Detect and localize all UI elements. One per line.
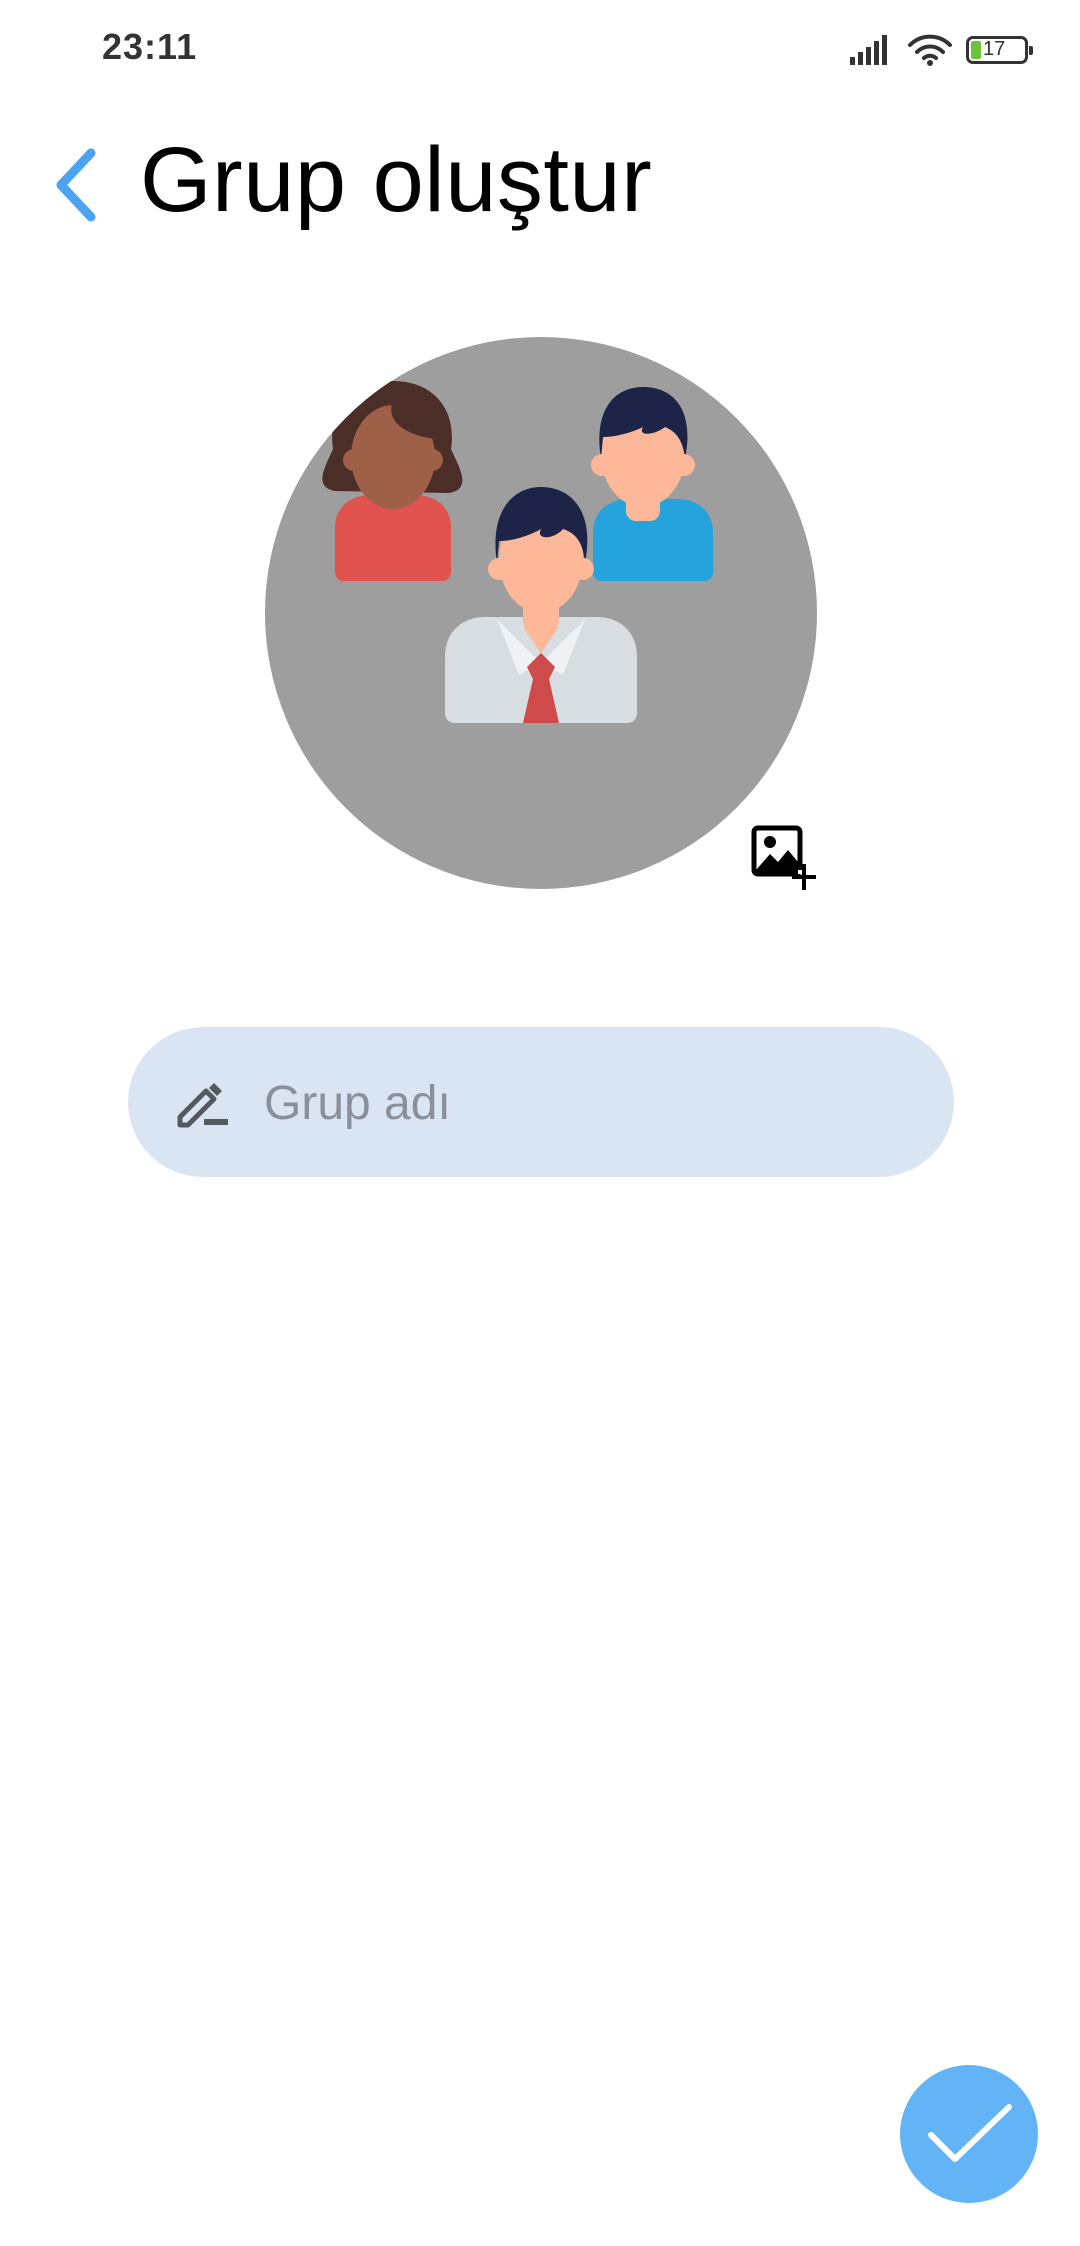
page-title: Grup oluştur (140, 129, 653, 231)
battery-fill (971, 41, 981, 59)
add-photo-button[interactable] (748, 822, 816, 890)
back-button[interactable] (36, 140, 116, 230)
group-avatar[interactable] (265, 337, 817, 889)
confirm-button[interactable] (900, 2065, 1038, 2203)
battery-level: 17 (983, 38, 1006, 60)
group-photo[interactable] (265, 337, 817, 889)
group-people-icon (322, 381, 713, 723)
header: Grup oluştur (0, 120, 1080, 250)
chevron-left-icon (56, 148, 96, 222)
checkmark-icon (928, 2104, 1012, 2162)
group-name-input[interactable] (264, 1067, 904, 1139)
status-time: 23:11 (102, 26, 198, 67)
add-image-icon (751, 825, 816, 890)
wifi-icon (908, 34, 952, 66)
pencil-icon (177, 1083, 228, 1128)
battery-icon: 17 (966, 36, 1033, 64)
signal-icon (850, 35, 887, 65)
status-icons: 17 (850, 30, 1033, 70)
status-bar: 23:11 17 (0, 0, 1080, 96)
group-name-field[interactable] (128, 1027, 954, 1177)
